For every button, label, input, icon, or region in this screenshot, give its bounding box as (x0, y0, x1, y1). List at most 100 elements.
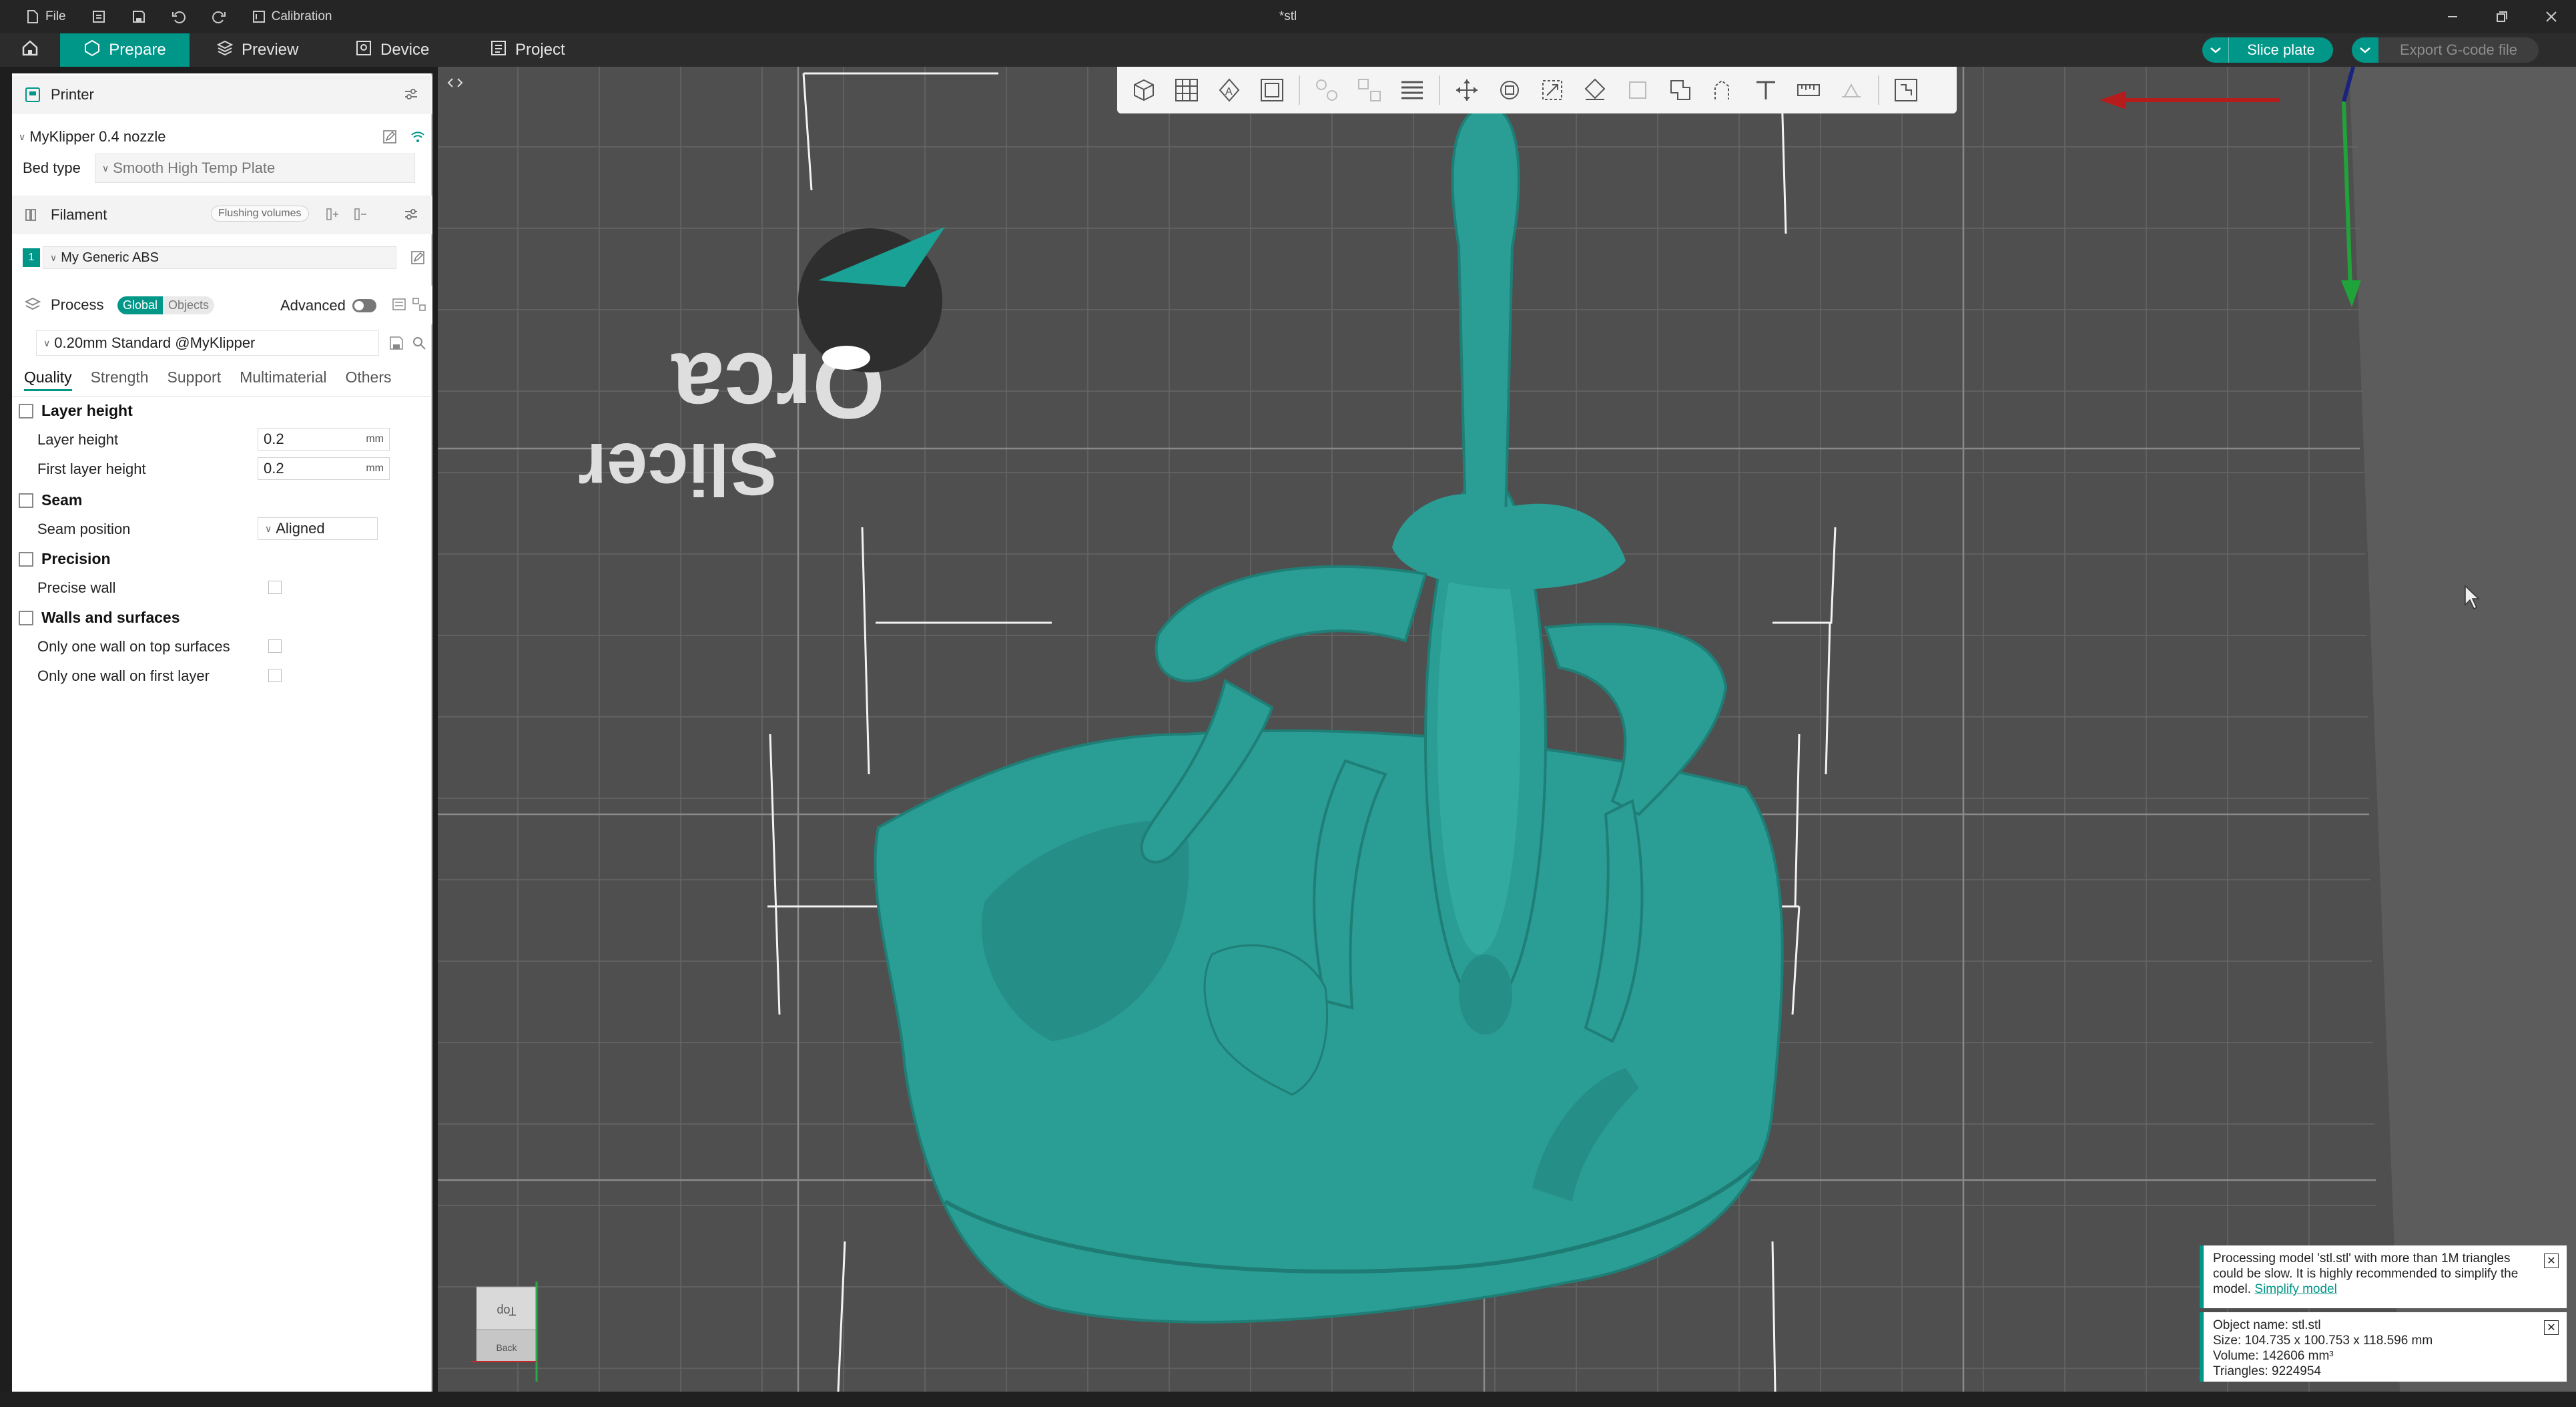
tab-project[interactable]: Project (490, 33, 565, 67)
home-button[interactable] (0, 33, 60, 67)
one-wall-first-checkbox[interactable] (268, 669, 282, 682)
layer-height-label: Layer height (37, 431, 119, 448)
arrange-icon[interactable] (1256, 74, 1288, 106)
text-icon[interactable] (1750, 74, 1782, 106)
tab-multimaterial[interactable]: Multimaterial (240, 368, 326, 391)
process-profile-select[interactable]: ∨ 0.20mm Standard @MyKlipper (36, 330, 379, 356)
seam-group-label: Seam (41, 491, 83, 509)
filament-section-label: Filament (51, 206, 107, 223)
edit-filament-icon[interactable] (408, 248, 427, 267)
edit-printer-icon[interactable] (380, 127, 399, 146)
viewport-toolbar: A (1117, 67, 1957, 113)
bed-type-row: Bed type ∨ Smooth High Temp Plate (12, 154, 432, 183)
restore-button[interactable] (2491, 5, 2513, 28)
close-icon[interactable]: ✕ (2544, 1320, 2559, 1335)
process-settings-icon[interactable] (410, 295, 428, 314)
seam-position-select[interactable]: ∨ Aligned (258, 517, 378, 540)
process-icon (24, 296, 41, 314)
printer-selector[interactable]: ∨ MyKlipper 0.4 nozzle (12, 122, 432, 152)
bed-type-select[interactable]: ∨ Smooth High Temp Plate (95, 154, 415, 183)
seam-icon (19, 493, 33, 508)
close-icon[interactable]: ✕ (2544, 1253, 2559, 1268)
printer-section-header[interactable]: Printer (12, 75, 432, 114)
add-filament-icon[interactable] (323, 205, 342, 224)
layer-height-value: 0.2 (264, 431, 284, 447)
filament-slot-badge[interactable]: 1 (23, 248, 40, 267)
move-icon[interactable] (1451, 74, 1483, 106)
cut-icon[interactable] (1622, 74, 1654, 106)
lay-on-face-icon[interactable] (1579, 74, 1611, 106)
add-plate-icon[interactable] (1171, 74, 1203, 106)
tab-preview[interactable]: Preview (216, 33, 298, 67)
remove-filament-icon[interactable] (351, 205, 370, 224)
seam-position-value: Aligned (276, 520, 325, 537)
first-layer-height-value: 0.2 (264, 460, 284, 477)
support-paint-icon[interactable] (1707, 74, 1739, 106)
tab-support[interactable]: Support (168, 368, 222, 391)
view-cube[interactable]: Top Back (471, 1282, 541, 1382)
tab-others[interactable]: Others (345, 368, 391, 391)
one-wall-top-checkbox[interactable] (268, 639, 282, 653)
tab-device[interactable]: Device (355, 33, 429, 67)
advanced-toggle[interactable] (352, 299, 376, 312)
measure-icon[interactable] (1793, 74, 1825, 106)
layer-height-unit: mm (366, 433, 384, 445)
flushing-volumes-button[interactable]: Flushing volumes (211, 206, 309, 222)
split-objects-icon[interactable] (1311, 74, 1343, 106)
assembly-view-icon[interactable] (1890, 74, 1922, 106)
calibration-menu[interactable]: Calibration (252, 9, 332, 24)
undo-icon[interactable] (172, 9, 186, 24)
filament-settings-icon[interactable] (402, 205, 420, 224)
save-preset-icon[interactable] (387, 334, 406, 352)
export-gcode-label: Export G-code file (2399, 41, 2518, 58)
wifi-icon[interactable] (408, 127, 427, 146)
minimize-button[interactable] (2441, 5, 2464, 28)
view-cube-back: Back (496, 1342, 517, 1353)
first-layer-height-input[interactable]: 0.2 mm (258, 457, 390, 480)
precise-wall-checkbox[interactable] (268, 581, 282, 594)
export-gcode-button[interactable]: Export G-code file (2352, 37, 2539, 63)
open-project-icon[interactable] (91, 9, 106, 24)
tab-strength[interactable]: Strength (91, 368, 149, 391)
simplify-model-link[interactable]: Simplify model (2254, 1282, 2337, 1296)
layer-height-input[interactable]: 0.2 mm (258, 428, 390, 451)
process-section-header[interactable]: Process Global Objects Advanced (12, 286, 432, 324)
walls-surfaces-group: Walls and surfaces (19, 609, 180, 627)
slice-dropdown-icon[interactable] (2202, 37, 2229, 63)
scope-global[interactable]: Global (117, 296, 164, 314)
variable-layer-height-icon[interactable] (1396, 74, 1428, 106)
3d-viewport[interactable]: Orca Slicer A Top Back (438, 67, 2576, 1392)
precision-group: Precision (19, 550, 111, 568)
printer-section-label: Printer (51, 86, 94, 103)
filament-slot-row: 1 ∨ My Generic ABS (12, 246, 432, 270)
compare-icon[interactable] (390, 295, 408, 314)
export-dropdown-icon[interactable] (2352, 37, 2378, 63)
split-parts-icon[interactable] (1353, 74, 1385, 106)
slice-plate-button[interactable]: Slice plate (2202, 37, 2333, 63)
close-window-button[interactable] (2540, 5, 2563, 28)
tab-prepare-label: Prepare (109, 41, 166, 59)
rotate-icon[interactable] (1494, 74, 1526, 106)
prepare-icon (83, 39, 101, 61)
filament-select[interactable]: ∨ My Generic ABS (43, 246, 396, 269)
scale-icon[interactable] (1536, 74, 1568, 106)
search-icon[interactable] (410, 334, 428, 352)
seam-paint-icon[interactable] (1835, 74, 1867, 106)
mesh-boolean-icon[interactable] (1664, 74, 1696, 106)
title-bar: File Calibration *stl (0, 0, 2576, 33)
collapse-sidebar-button[interactable] (443, 71, 467, 95)
printer-name: MyKlipper 0.4 nozzle (29, 128, 166, 145)
auto-orient-icon[interactable]: A (1213, 74, 1245, 106)
add-object-icon[interactable] (1128, 74, 1160, 106)
file-menu[interactable]: File (25, 9, 66, 24)
object-volume: Volume: 142606 mm³ (2213, 1349, 2334, 1363)
file-menu-label: File (45, 9, 66, 23)
scope-objects[interactable]: Objects (163, 296, 215, 314)
redo-icon[interactable] (212, 9, 226, 24)
filament-section-header[interactable]: Filament Flushing volumes (12, 196, 432, 234)
printer-settings-icon[interactable] (402, 85, 420, 103)
process-scope-toggle[interactable]: Global Objects (117, 296, 215, 314)
tab-prepare[interactable]: Prepare (60, 33, 190, 67)
save-icon[interactable] (131, 9, 146, 24)
tab-quality[interactable]: Quality (24, 368, 72, 391)
